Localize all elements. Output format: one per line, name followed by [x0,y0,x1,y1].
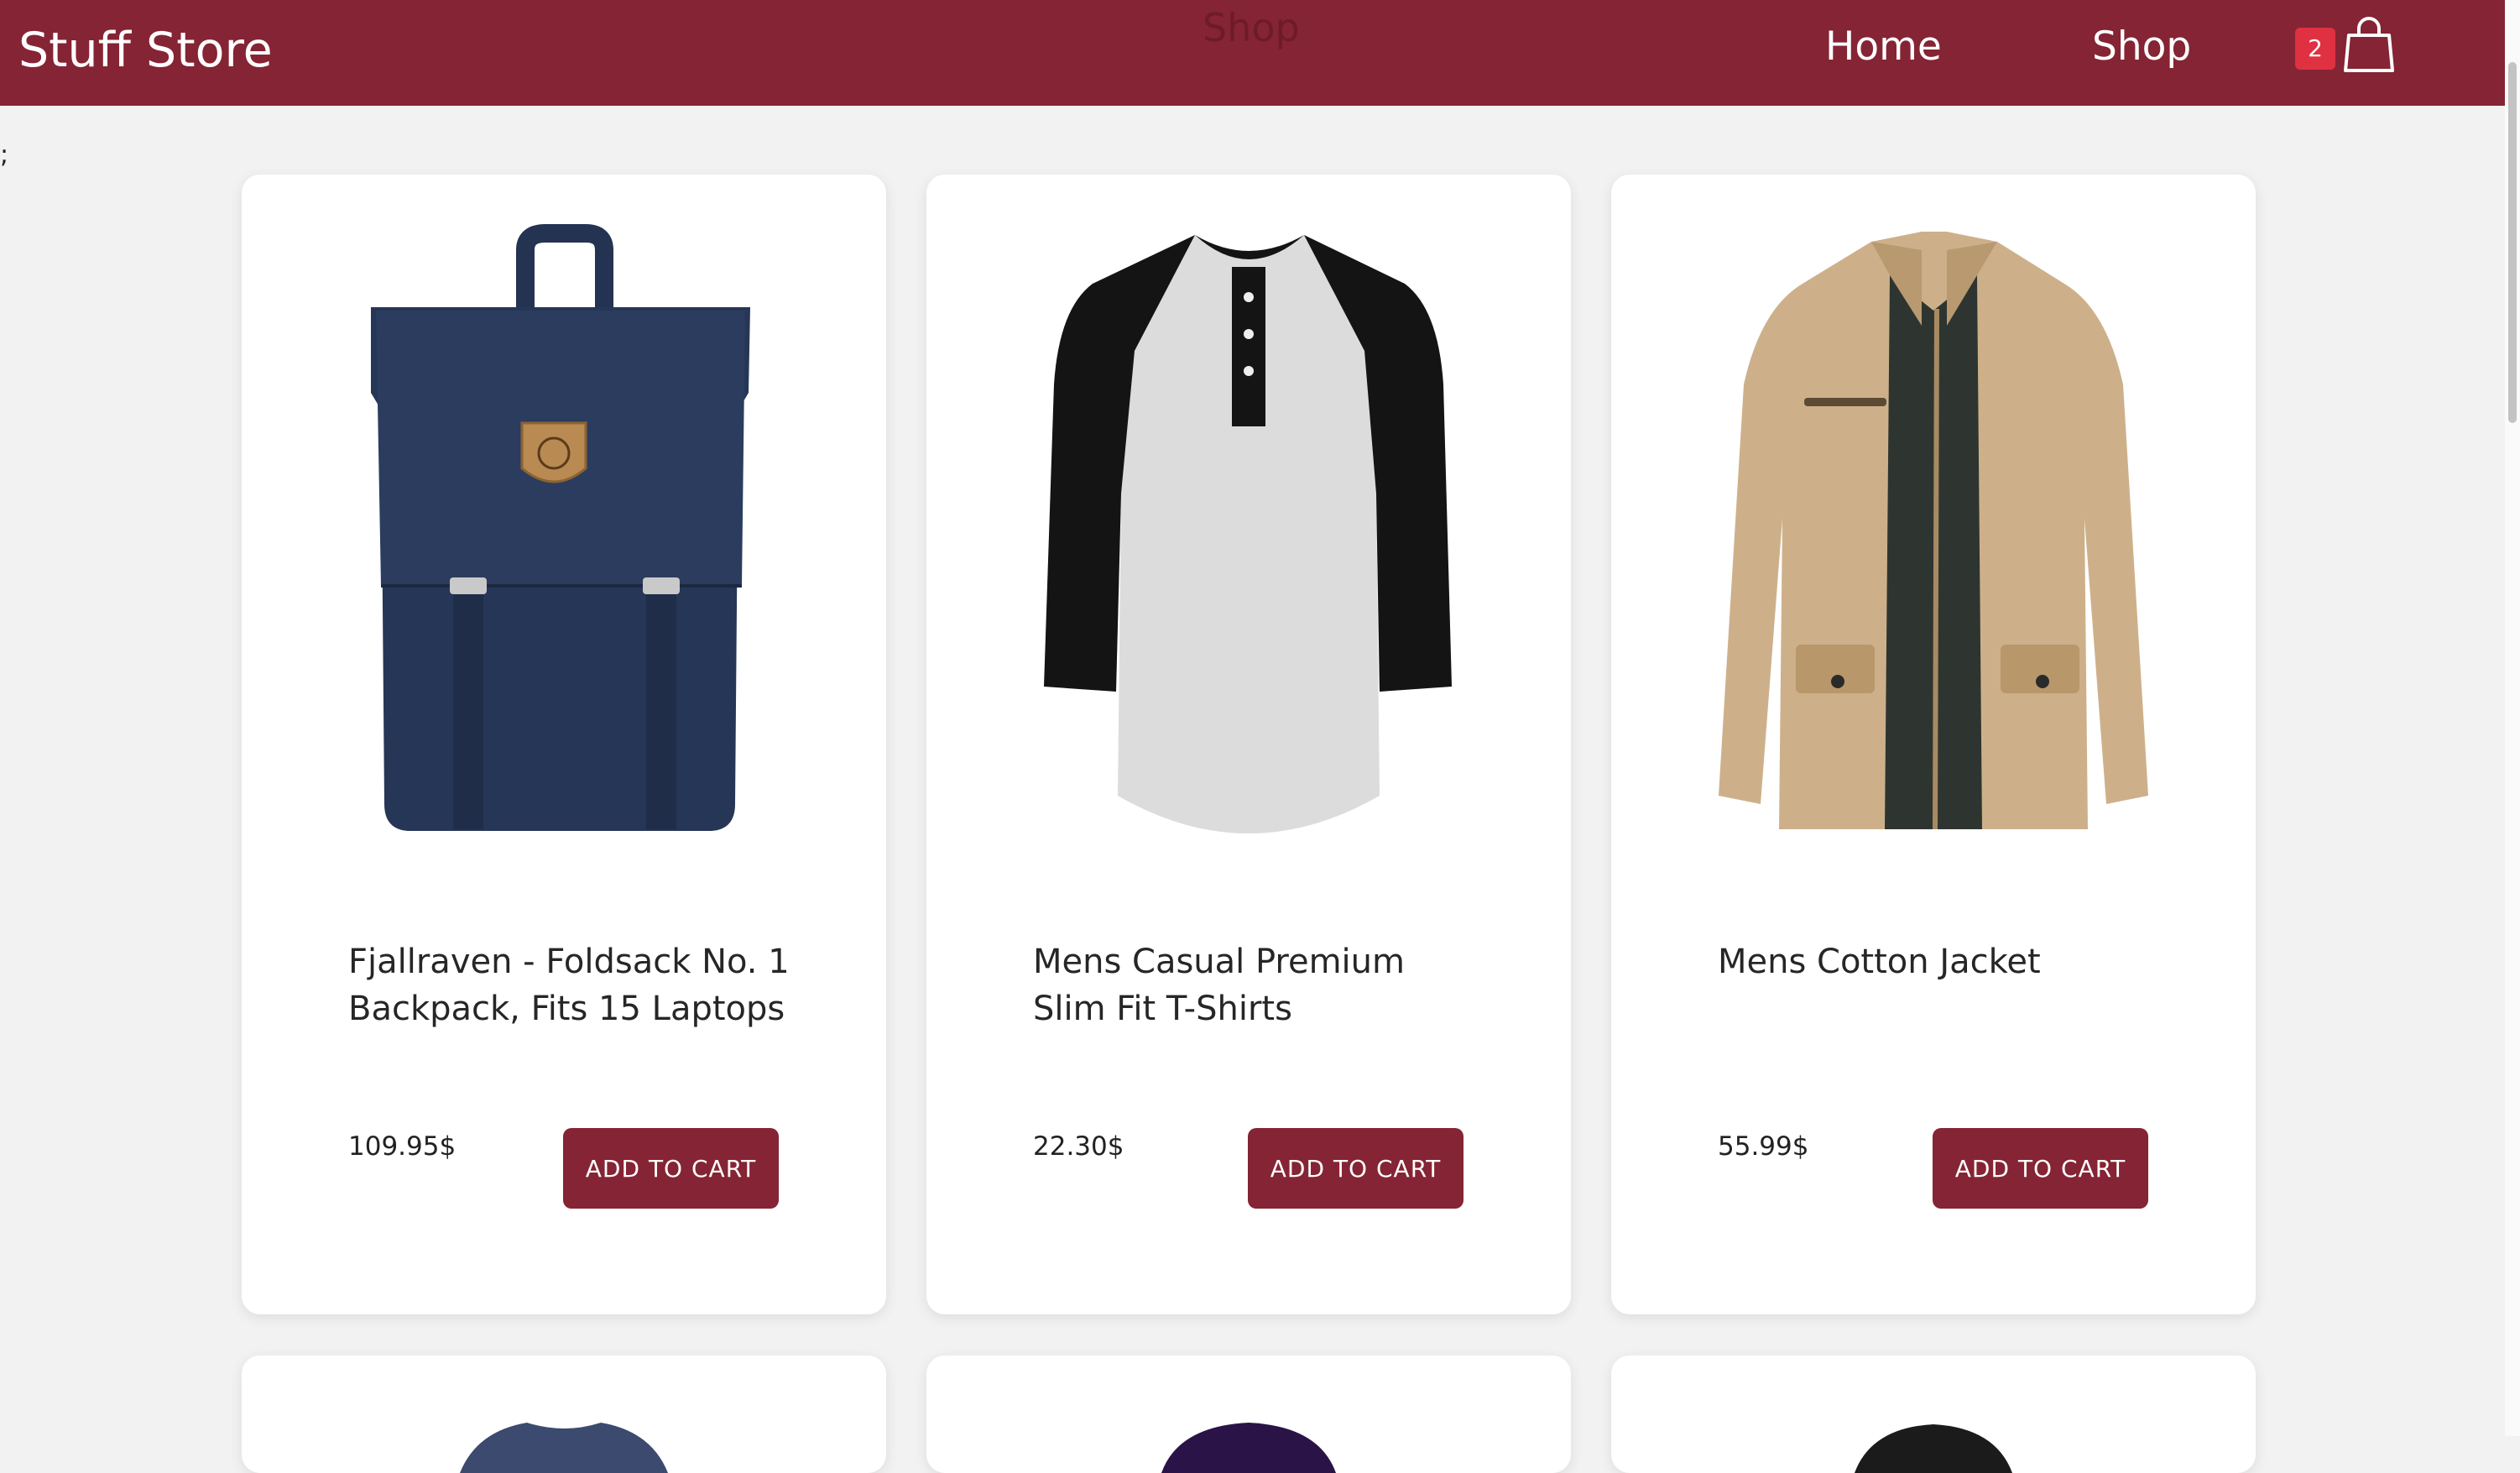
product-price: 55.99$ [1718,1131,1809,1162]
shopping-bag-icon[interactable] [2344,17,2394,74]
product-title[interactable]: Fjallraven - Foldsack No. 1 Backpack, Fi… [348,938,801,1032]
product-price: 109.95$ [348,1131,457,1162]
product-card: Mens Cotton Jacket 55.99$ ADD TO CART [1611,175,2256,1314]
page-title: Shop [1203,5,1300,50]
product-card: Fjallraven - Foldsack No. 1 Backpack, Fi… [242,175,886,1314]
product-price: 22.30$ [1033,1131,1124,1162]
product-image-backpack[interactable] [300,217,827,838]
add-to-cart-button[interactable]: ADD TO CART [1933,1128,2148,1209]
cart-count-badge: 2 [2295,28,2335,70]
scrollbar-thumb[interactable] [2508,62,2517,423]
product-image-black-garment[interactable] [1796,1414,2071,1473]
product-card: Mens Casual Premium Slim Fit T-Shirts 22… [926,175,1571,1314]
product-image-tshirt[interactable] [985,217,1512,838]
add-to-cart-button[interactable]: ADD TO CART [1248,1128,1463,1209]
product-image-blue-shirt[interactable] [426,1414,702,1473]
product-card [926,1355,1571,1473]
brand-logo[interactable]: Stuff Store [18,22,273,79]
nav-link-home[interactable]: Home [1825,22,1942,72]
product-image-purple-garment[interactable] [1111,1414,1386,1473]
product-title[interactable]: Mens Casual Premium Slim Fit T-Shirts [1033,938,1486,1032]
product-card [1611,1355,2256,1473]
navbar: Stuff Store Shop Home Shop 2 [0,0,2505,106]
stray-text: ; [0,140,9,170]
nav-link-shop[interactable]: Shop [2092,22,2191,72]
product-title[interactable]: Mens Cotton Jacket [1718,938,2171,985]
add-to-cart-button[interactable]: ADD TO CART [563,1128,779,1209]
product-image-jacket[interactable] [1670,217,2197,838]
product-card [242,1355,886,1473]
